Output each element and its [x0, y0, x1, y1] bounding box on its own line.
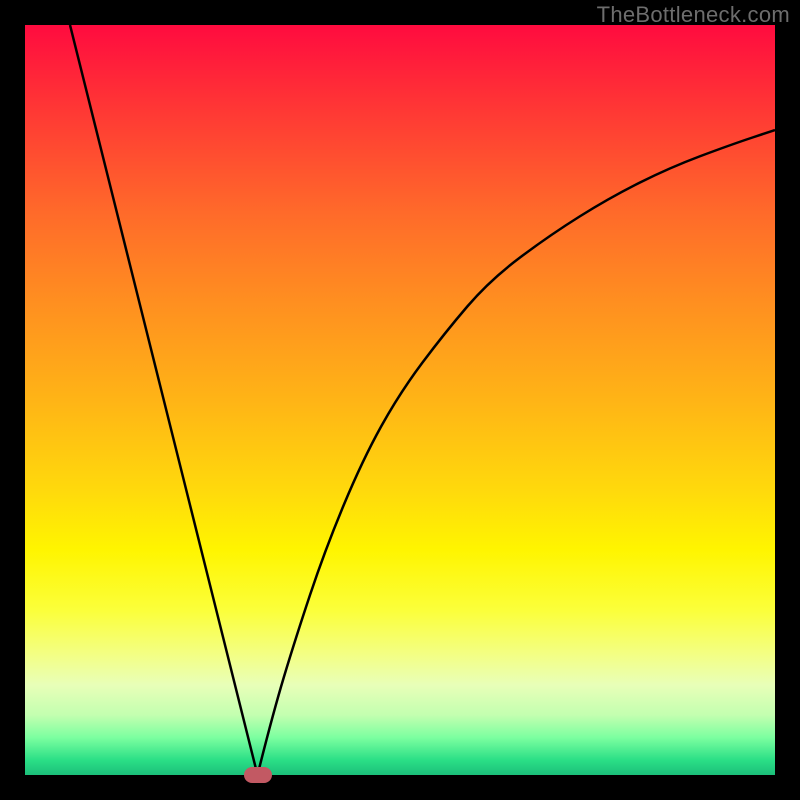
- chart-frame: TheBottleneck.com: [0, 0, 800, 800]
- left-curve: [70, 25, 258, 775]
- minimum-marker: [244, 767, 272, 783]
- right-curve: [258, 130, 776, 775]
- watermark-text: TheBottleneck.com: [597, 2, 790, 28]
- plot-area: [25, 25, 775, 775]
- curve-layer: [25, 25, 775, 775]
